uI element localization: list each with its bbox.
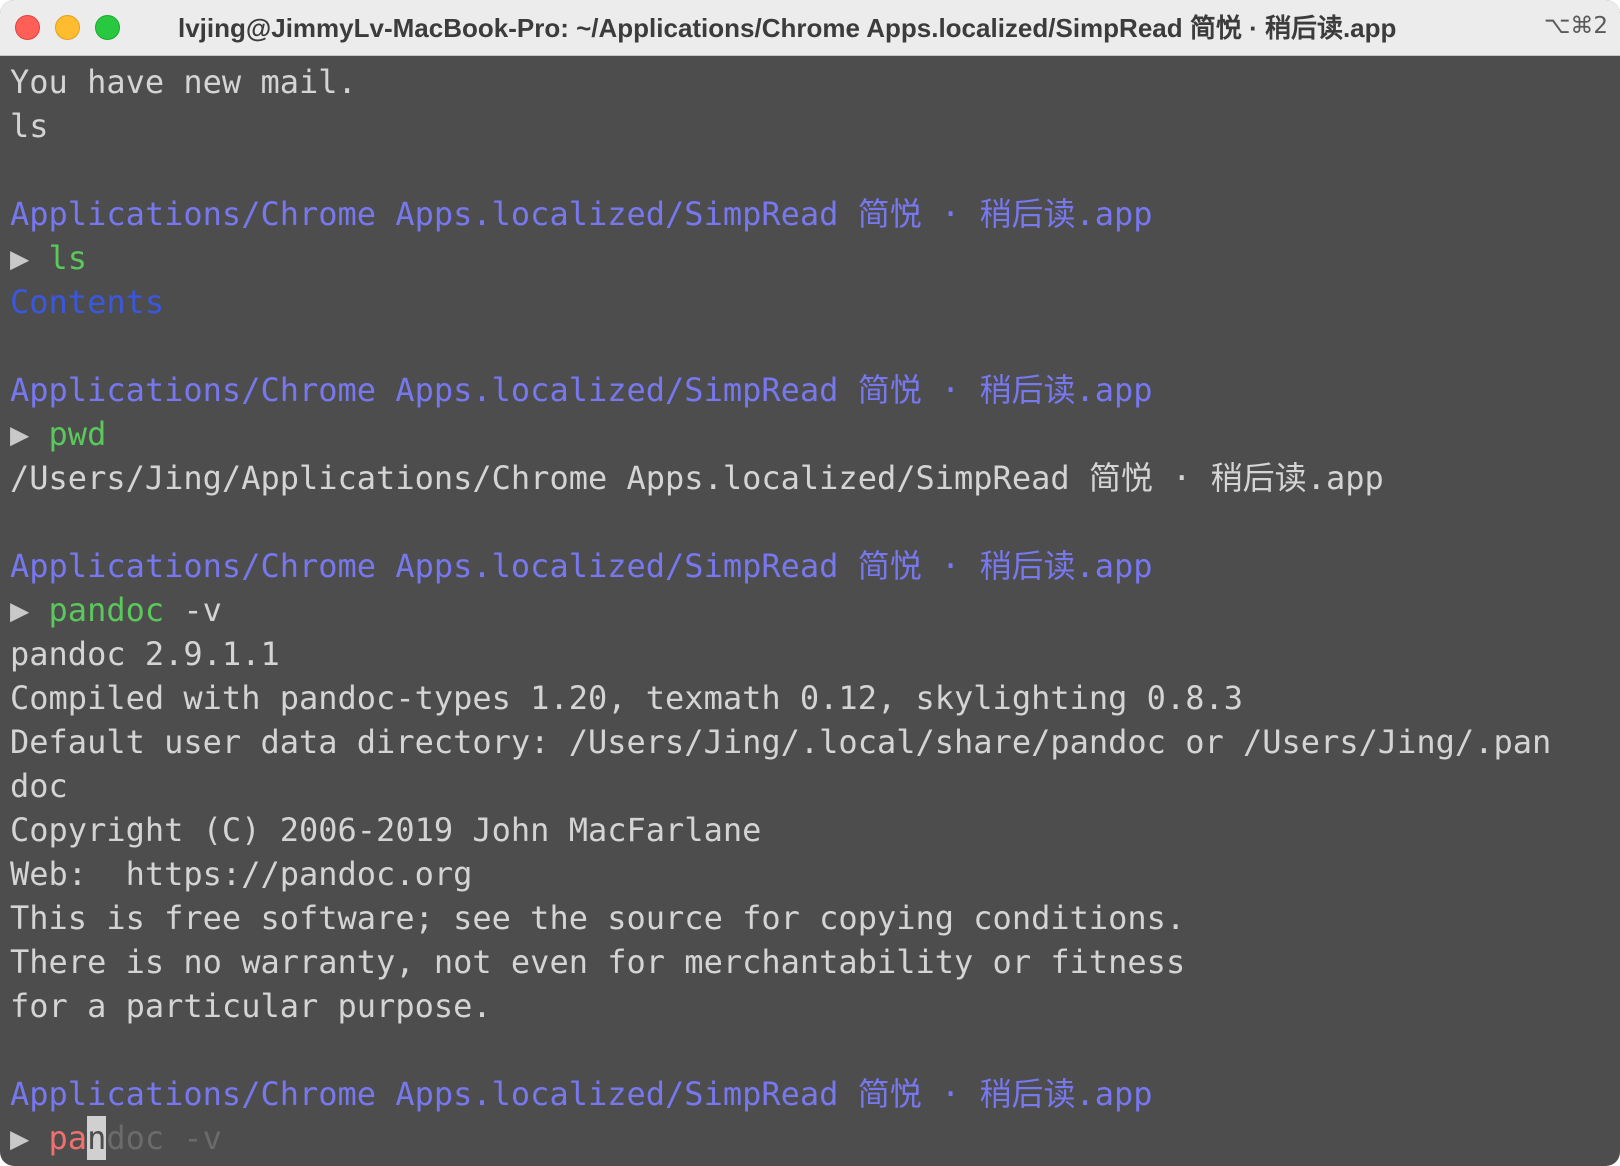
title-bar[interactable]: lvjing@JimmyLv-MacBook-Pro: ~/Applicatio… [0,0,1620,56]
command-line: ▶ pwd [10,412,1610,456]
prompt-arrow-icon: ▶ [10,1119,30,1157]
command-text: ls [48,239,88,277]
command-line: ▶ ls [10,236,1610,280]
prompt-arrow-icon: ▶ [10,239,30,277]
typed-ls-line: ls [10,107,49,145]
output-line: pandoc 2.9.1.1 [10,635,280,673]
output-line: Compiled with pandoc-types 1.20, texmath… [10,679,1243,717]
window-title: lvjing@JimmyLv-MacBook-Pro: ~/Applicatio… [178,13,1397,43]
prompt-path-line: Applications/Chrome Apps.localized/SimpR… [10,195,1153,233]
command-text: pwd [48,415,107,453]
window-shortcut-label: ⌥⌘2 [1543,13,1608,39]
prompt-path-line: Applications/Chrome Apps.localized/SimpR… [10,547,1153,585]
close-window-button[interactable] [15,15,40,40]
command-line: ▶ pandoc -v [10,588,1610,632]
command-args: -v [164,591,222,629]
autosuggestion-text: doc -v [106,1119,222,1157]
prompt-path-line: Applications/Chrome Apps.localized/SimpR… [10,371,1153,409]
terminal-window: lvjing@JimmyLv-MacBook-Pro: ~/Applicatio… [0,0,1620,1166]
prompt-arrow-icon: ▶ [10,415,30,453]
directory-entry: Contents [10,283,165,321]
output-line: for a particular purpose. [10,987,492,1025]
output-line: Copyright (C) 2006-2019 John MacFarlane [10,811,762,849]
zoom-window-button[interactable] [95,15,120,40]
pwd-output: /Users/Jing/Applications/Chrome Apps.loc… [10,459,1384,497]
prompt-path-line: Applications/Chrome Apps.localized/SimpR… [10,1075,1153,1113]
prompt-arrow-icon: ▶ [10,591,30,629]
text-cursor: n [87,1116,107,1160]
current-input-line[interactable]: ▶ pandoc -v [10,1116,1610,1160]
output-line: Default user data directory: /Users/Jing… [10,723,1552,761]
terminal-content[interactable]: You have new mail. ls Applications/Chrom… [10,60,1610,1160]
output-line: This is free software; see the source fo… [10,899,1186,937]
command-text: pandoc [48,591,165,629]
output-line: doc [10,767,68,805]
minimize-window-button[interactable] [55,15,80,40]
output-line: There is no warranty, not even for merch… [10,943,1186,981]
output-line: Web: https://pandoc.org [10,855,473,893]
typed-input[interactable]: pa [49,1119,88,1157]
mail-notice-line: You have new mail. [10,63,357,101]
